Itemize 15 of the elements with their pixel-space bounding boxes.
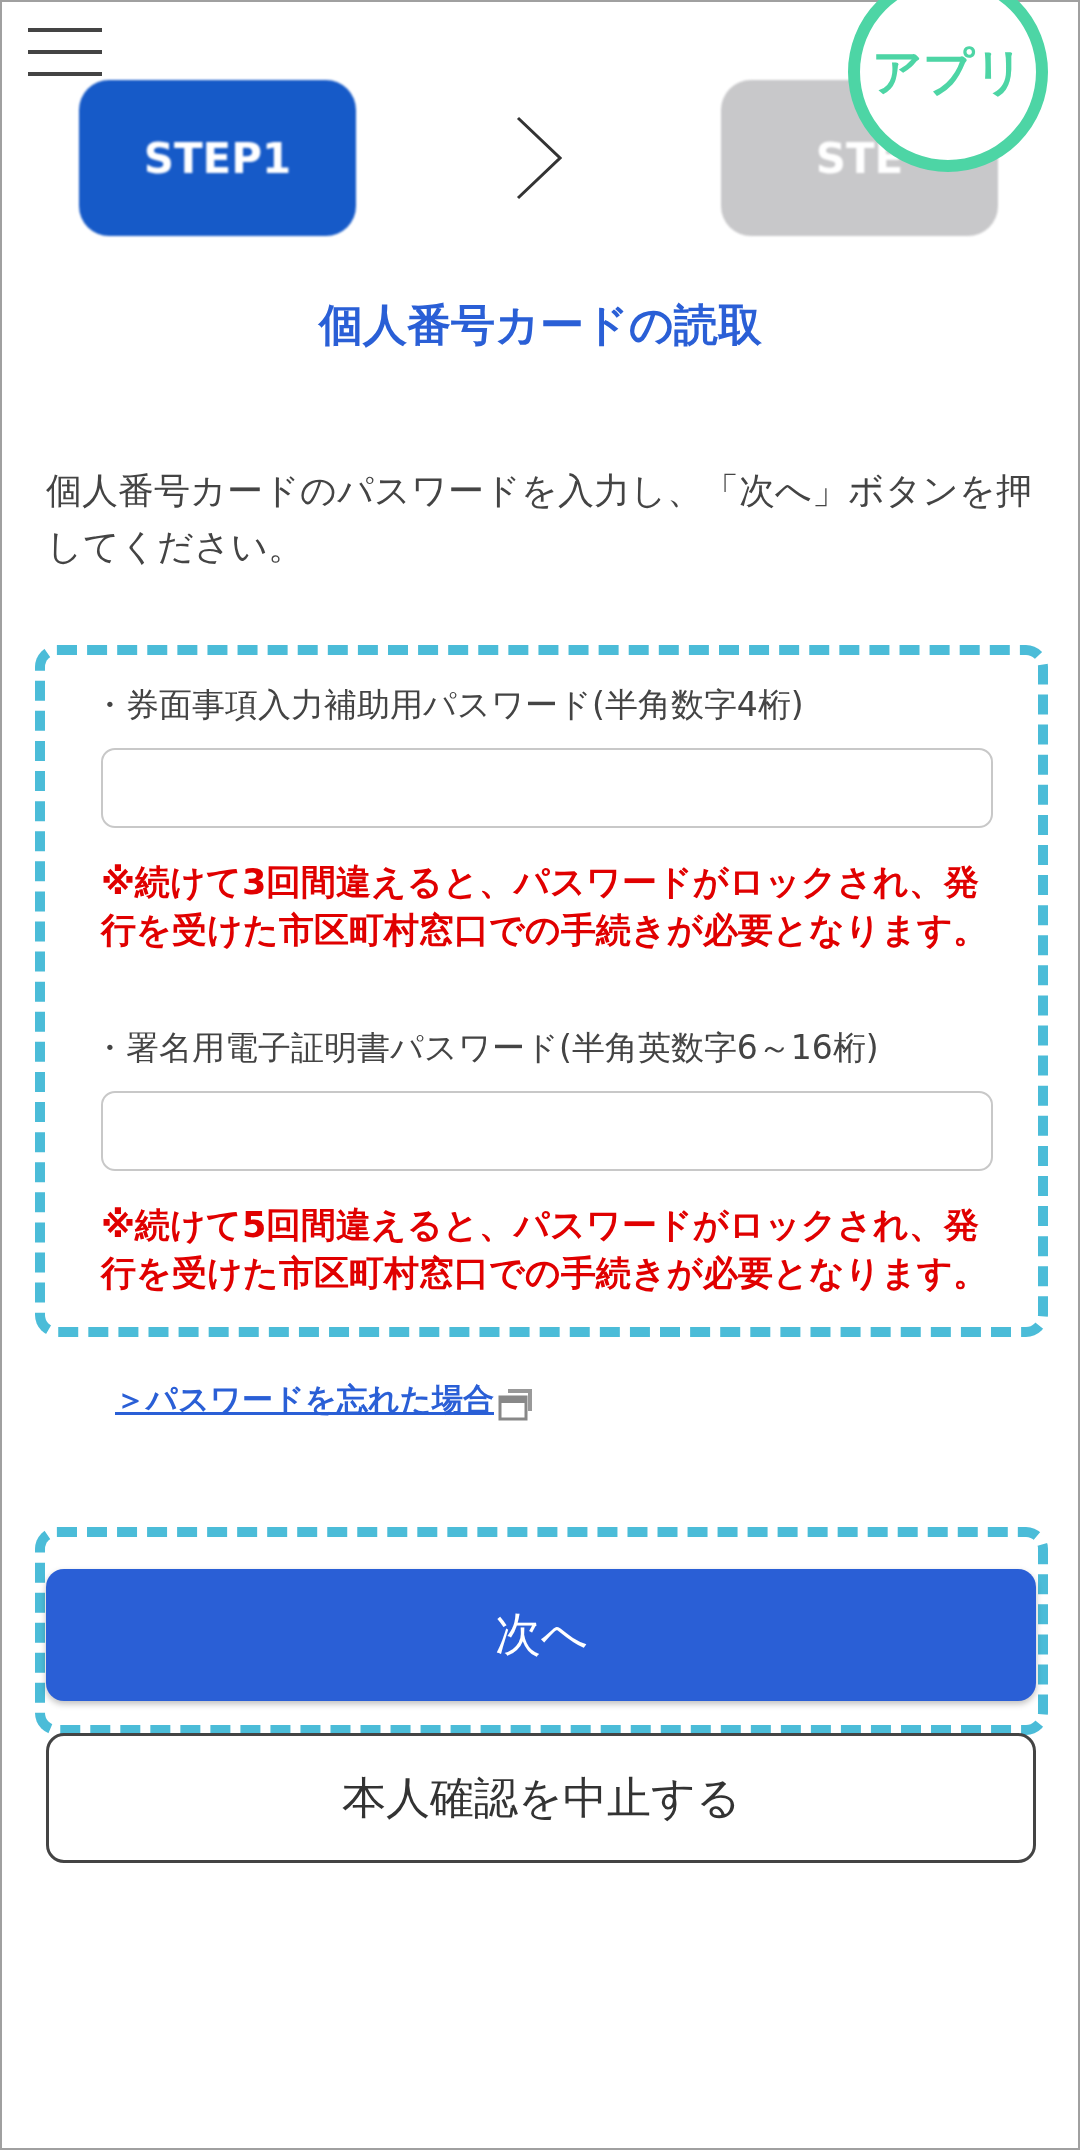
- warning-text: ※続けて5回間違えると、パスワードがロックされ、発行を受けた市区町村窓口での手続きが必要となります。: [101, 1204, 989, 1295]
- forgot-password-link[interactable]: ＞パスワードを忘れた場合: [115, 1379, 494, 1421]
- external-window-icon: [498, 1387, 534, 1421]
- password-field[interactable]: [101, 1091, 993, 1171]
- menu-icon[interactable]: [28, 28, 102, 76]
- next-button[interactable]: 次へ: [46, 1569, 1036, 1701]
- chevron-right-icon: [515, 116, 562, 200]
- page-title: 個人番号カードの読取: [317, 298, 763, 352]
- field-label: ・署名用電子証明書パスワード(半角英数字6～16桁): [93, 1027, 880, 1069]
- instruction-text: 個人番号カードのパスワードを入力し、「次へ」ボタンを押してください。: [46, 469, 1033, 569]
- field-label: ・券面事項入力補助用パスワード(半角数字4桁): [93, 684, 805, 726]
- password-field[interactable]: [101, 748, 993, 828]
- step-indicator: STEP1: [79, 80, 356, 236]
- cancel-button[interactable]: 本人確認を中止する: [46, 1733, 1036, 1863]
- warning-text: ※続けて3回間違えると、パスワードがロックされ、発行を受けた市区町村窓口での手続きが必要となります。: [101, 861, 989, 952]
